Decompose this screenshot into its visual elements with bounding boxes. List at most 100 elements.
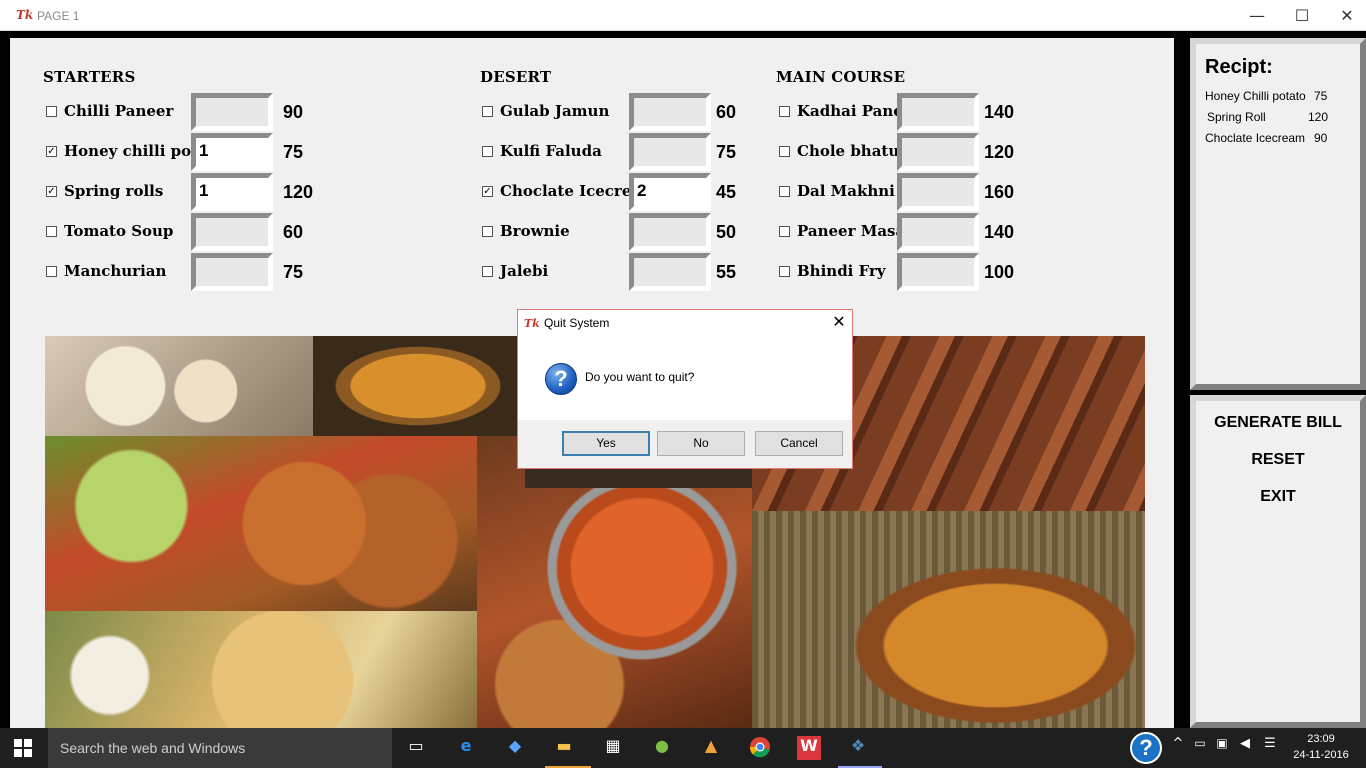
quantity-input-choclate-icecream[interactable]: 2 [629,173,711,211]
receipt-line-name: Choclate Icecream [1205,131,1306,145]
item-label-tomato-soup: Tomato Soup [64,222,174,240]
quantity-input-spring-rolls[interactable]: 1 [191,173,273,211]
item-price-chole-bhature: 120 [984,142,1015,162]
quantity-input-kadhai-paneer[interactable] [897,93,979,131]
quantity-input-paneer-masala[interactable] [897,213,979,251]
file-explorer-icon[interactable]: ▬ [552,736,576,760]
item-label-manchurian: Manchurian [64,262,167,280]
checkbox-chilli-paneer[interactable] [46,106,57,117]
main-course-heading: MAIN COURSE [776,68,906,86]
quantity-input-brownie[interactable] [629,213,711,251]
checkbox-manchurian[interactable] [46,266,57,277]
checkbox-honey-chilli-potato[interactable]: ✓ [46,146,57,157]
item-price-dal-makhni: 160 [984,182,1015,202]
item-price-tomato-soup: 60 [283,222,304,242]
wps-office-icon[interactable]: W [797,736,821,760]
tk-logo-icon: Tk [16,8,34,22]
item-price-kulfi-faluda: 75 [716,142,737,162]
checkbox-gulab-jamun[interactable] [482,106,493,117]
network-icon[interactable]: ▣ [1210,736,1234,760]
checkbox-jalebi[interactable] [482,266,493,277]
store-icon[interactable]: ▦ [601,736,625,760]
minimize-button[interactable]: — [1234,0,1280,31]
quantity-input-bhindi-fry[interactable] [897,253,979,291]
receipt-line-name: Spring Roll [1207,110,1266,124]
taskbar-search-box[interactable]: Search the web and Windows [48,728,392,768]
item-label-bhindi-fry: Bhindi Fry [797,262,886,280]
generate-bill-button[interactable]: GENERATE BILL [1196,414,1360,432]
window-close-button[interactable]: ✕ [1324,0,1366,31]
quantity-input-dal-makhni[interactable] [897,173,979,211]
starters-heading: STARTERS [43,68,136,86]
device-icon[interactable]: ▭ [1188,736,1212,760]
app-icon[interactable]: ▲ [699,736,723,760]
python-icon[interactable]: ❖ [846,736,870,760]
item-label-chilli-paneer: Chilli Paneer [64,102,174,120]
item-label-brownie: Brownie [500,222,570,240]
clock-time: 23:09 [1307,733,1335,745]
maximize-button[interactable]: ☐ [1279,0,1325,31]
window-title: PAGE 1 [37,9,80,23]
checkbox-brownie[interactable] [482,226,493,237]
task-view-icon[interactable]: ▭ [404,736,428,760]
receipt-line-amount: 90 [1314,131,1328,145]
checkbox-bhindi-fry[interactable] [779,266,790,277]
quantity-input-chilli-paneer[interactable] [191,93,273,131]
quantity-input-honey-chilli-potato[interactable]: 1 [191,133,273,171]
windows-start-icon[interactable] [14,739,32,757]
dropbox-icon[interactable]: ◆ [503,736,527,760]
receipt-panel: Recipt: Honey Chilli potato 75 Spring Roll… [1190,38,1366,390]
item-price-paneer-masala: 140 [984,222,1015,242]
checkbox-chole-bhature[interactable] [779,146,790,157]
item-label-jalebi: Jalebi [500,262,549,280]
checkbox-kadhai-paneer[interactable] [779,106,790,117]
checkbox-spring-rolls[interactable]: ✓ [46,186,57,197]
receipt-line-name: Honey Chilli potato [1205,89,1306,103]
clock-date: 24-11-2016 [1293,749,1349,761]
tk-logo-icon: Tk [524,317,540,330]
dialog-title: Quit System [544,316,610,330]
item-price-spring-rolls: 120 [283,182,314,202]
dialog-message: Do you want to quit? [585,370,695,384]
item-price-jalebi: 55 [716,262,737,282]
checkbox-paneer-masala[interactable] [779,226,790,237]
item-label-spring-rolls: Spring rolls [64,182,164,200]
item-price-kadhai-paneer: 140 [984,102,1015,122]
yes-button[interactable]: Yes [562,431,650,456]
question-icon: ? [545,363,577,395]
checkbox-tomato-soup[interactable] [46,226,57,237]
receipt-title: Recipt: [1205,56,1273,78]
action-center-icon[interactable]: ☰ [1258,736,1282,760]
item-price-bhindi-fry: 100 [984,262,1015,282]
quit-dialog: Tk Quit System ✕ ? Do you want to quit? … [517,309,853,469]
chrome-icon[interactable] [748,736,772,760]
checkbox-choclate-icecream[interactable]: ✓ [482,186,493,197]
edge-browser-icon[interactable]: e [454,736,478,760]
help-icon[interactable]: ? [1130,732,1162,764]
checkbox-kulfi-faluda[interactable] [482,146,493,157]
dialog-close-icon[interactable]: ✕ [829,312,849,332]
quantity-input-chole-bhature[interactable] [897,133,979,171]
desert-heading: DESERT [480,68,552,86]
window-title-bar: Tk PAGE 1 — ☐ ✕ [0,0,1366,31]
item-label-kulfi-faluda: Kulfi Faluda [500,142,602,160]
quantity-input-jalebi[interactable] [629,253,711,291]
actions-panel: GENERATE BILL RESET EXIT [1190,395,1366,728]
receipt-line-amount: 120 [1308,110,1329,124]
evernote-icon[interactable]: ● [650,736,674,760]
item-price-honey-chilli-potato: 75 [283,142,304,162]
cancel-button[interactable]: Cancel [755,431,843,456]
exit-button[interactable]: EXIT [1196,488,1360,506]
checkbox-dal-makhni[interactable] [779,186,790,197]
reset-button[interactable]: RESET [1196,451,1360,469]
item-price-chilli-paneer: 90 [283,102,304,122]
show-hidden-icons-chevron[interactable]: ^ [1166,736,1190,760]
item-label-gulab-jamun: Gulab Jamun [500,102,610,120]
no-button[interactable]: No [657,431,745,456]
volume-icon[interactable]: ◀ [1233,736,1257,760]
quantity-input-tomato-soup[interactable] [191,213,273,251]
quantity-input-gulab-jamun[interactable] [629,93,711,131]
receipt-line-amount: 75 [1314,89,1328,103]
quantity-input-manchurian[interactable] [191,253,273,291]
quantity-input-kulfi-faluda[interactable] [629,133,711,171]
